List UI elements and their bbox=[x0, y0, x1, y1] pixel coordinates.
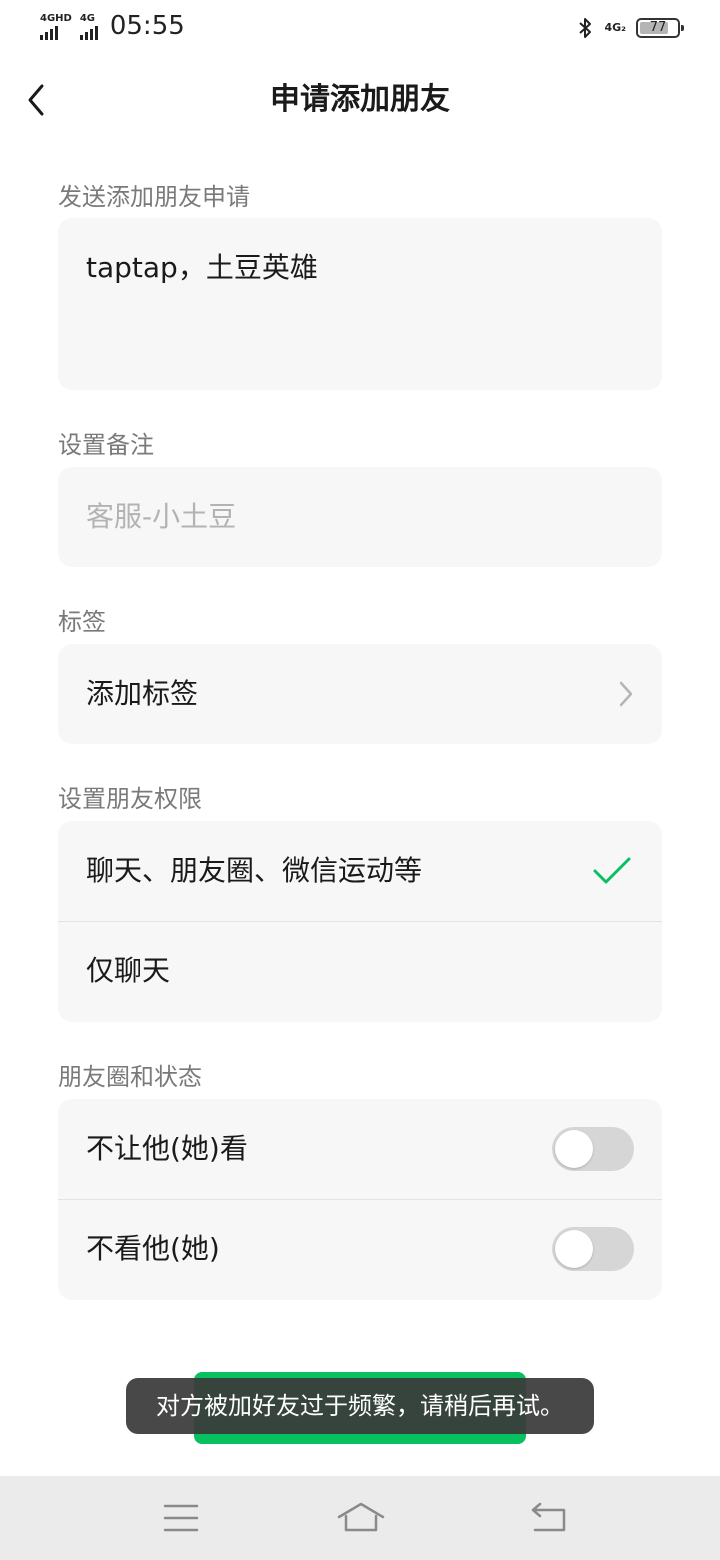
add-tag-row[interactable]: 添加标签 bbox=[58, 644, 662, 744]
battery-percent: 77 bbox=[649, 20, 667, 35]
battery-icon: 77 bbox=[636, 18, 684, 38]
moments-row-hide-theirs: 不看他(她) bbox=[58, 1199, 662, 1299]
page-title: 申请添加朋友 bbox=[270, 82, 450, 117]
remark-label: 设置备注 bbox=[58, 431, 154, 459]
permission-option-label: 聊天、朋友圈、微信运动等 bbox=[86, 854, 423, 887]
home-icon[interactable] bbox=[336, 1500, 386, 1536]
permissions-card: 聊天、朋友圈、微信运动等 仅聊天 bbox=[58, 821, 662, 1022]
permissions-label: 设置朋友权限 bbox=[58, 785, 202, 813]
request-message-field[interactable]: taptap，土豆英雄 bbox=[58, 218, 662, 390]
nav-bar: 申请添加朋友 bbox=[0, 60, 720, 140]
permission-option-label: 仅聊天 bbox=[86, 954, 171, 987]
moments-row-hide-mine: 不让他(她)看 bbox=[58, 1099, 662, 1199]
add-tag-label: 添加标签 bbox=[86, 677, 199, 710]
status-right: 4G₂ 77 bbox=[576, 16, 684, 40]
tags-label: 标签 bbox=[58, 608, 106, 636]
status-left: 4GHD 4G 05:55 bbox=[40, 12, 185, 40]
permission-option-chat-only[interactable]: 仅聊天 bbox=[58, 921, 662, 1021]
moments-card: 不让他(她)看 不看他(她) bbox=[58, 1099, 662, 1300]
network-label-2: 4G bbox=[79, 13, 96, 24]
divider bbox=[58, 921, 662, 922]
hide-my-moments-toggle[interactable] bbox=[552, 1127, 634, 1171]
back-icon[interactable] bbox=[528, 1500, 570, 1536]
request-message-text: taptap，土豆英雄 bbox=[86, 251, 318, 284]
toast-message: 对方被加好友过于频繁，请稍后再试。 bbox=[126, 1378, 594, 1434]
chevron-right-icon bbox=[619, 681, 633, 707]
network-indicator-1: 4GHD bbox=[40, 14, 72, 40]
network-indicator-2: 4G bbox=[79, 13, 98, 40]
signal-bars-icon bbox=[79, 26, 98, 40]
signal-bars-icon bbox=[40, 26, 58, 40]
hide-their-moments-toggle[interactable] bbox=[552, 1227, 634, 1271]
toggle-knob bbox=[555, 1130, 593, 1168]
remark-input[interactable]: 客服-小土豆 bbox=[58, 467, 662, 567]
clock: 05:55 bbox=[109, 11, 185, 41]
checkmark-icon bbox=[593, 857, 631, 884]
status-bar: 4GHD 4G 05:55 4G₂ 77 bbox=[0, 0, 720, 58]
system-nav-bar bbox=[0, 1476, 720, 1560]
divider bbox=[58, 1199, 662, 1200]
permission-option-full[interactable]: 聊天、朋友圈、微信运动等 bbox=[58, 821, 662, 921]
network-label-right: 4G₂ bbox=[604, 21, 626, 34]
moments-row-label: 不让他(她)看 bbox=[86, 1132, 248, 1165]
bluetooth-icon bbox=[579, 18, 592, 38]
network-label-1: 4GHD bbox=[40, 13, 72, 24]
toggle-knob bbox=[555, 1230, 593, 1268]
menu-icon[interactable] bbox=[162, 1500, 200, 1536]
moments-label: 朋友圈和状态 bbox=[58, 1063, 202, 1091]
remark-placeholder: 客服-小土豆 bbox=[86, 500, 237, 533]
moments-row-label: 不看他(她) bbox=[86, 1232, 220, 1265]
request-label: 发送添加朋友申请 bbox=[58, 183, 250, 211]
